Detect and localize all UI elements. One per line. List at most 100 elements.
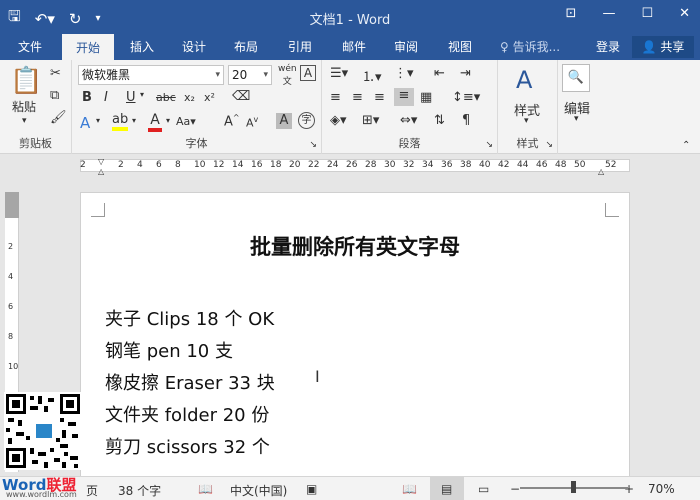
highlight-dropdown-icon[interactable]: ▾	[132, 116, 136, 125]
tab-insert[interactable]: 插入	[118, 34, 166, 60]
numbering-icon[interactable]: ⒈▾	[362, 66, 382, 85]
sign-in-link[interactable]: 登录	[596, 34, 620, 60]
zoom-slider-thumb[interactable]	[571, 481, 576, 493]
text-effects-icon[interactable]: A	[80, 114, 90, 132]
borders-icon[interactable]: ⊞▾	[362, 113, 379, 128]
decrease-indent-icon[interactable]: ⇤	[434, 66, 445, 81]
ribbon-display-button[interactable]: ⊡	[566, 6, 577, 21]
font-color-dropdown-icon[interactable]: ▾	[166, 116, 170, 125]
proofing-icon[interactable]: 📖	[198, 482, 213, 496]
align-right-icon[interactable]: ≡	[374, 90, 385, 105]
macro-icon[interactable]: ▣	[306, 482, 317, 496]
grow-font-icon[interactable]: A^	[224, 113, 240, 129]
increase-indent-icon[interactable]: ⇥	[460, 66, 471, 81]
search-icon[interactable]: 🔍	[562, 64, 590, 92]
underline-button[interactable]: U	[126, 90, 136, 105]
subscript-button[interactable]: x₂	[184, 91, 195, 104]
document-line[interactable]: 夹子 Clips 18 个 OK	[105, 305, 274, 331]
styles-dialog-launcher-icon[interactable]: ↘	[545, 140, 553, 150]
copy-icon[interactable]: ⧉	[50, 88, 59, 103]
highlight-color-icon[interactable]: ab	[112, 112, 128, 131]
line-spacing-icon[interactable]: ↕≡▾	[452, 90, 480, 105]
document-line[interactable]: 橡皮擦 Eraser 33 块	[105, 369, 275, 395]
page-indicator[interactable]: 页	[86, 482, 98, 499]
collapse-ribbon-icon[interactable]: ⌃	[682, 140, 690, 151]
align-center-icon[interactable]: ≡	[352, 90, 363, 105]
sort-icon[interactable]: ⇅	[434, 113, 445, 128]
clear-formatting-icon[interactable]: ⌫	[232, 89, 250, 104]
char-shading-icon[interactable]: A	[276, 113, 292, 129]
editing-dropdown-icon[interactable]: ▾	[574, 114, 579, 124]
tell-me-box[interactable]: ♀ 告诉我...	[500, 34, 560, 60]
document-line[interactable]: 文件夹 folder 20 份	[105, 401, 269, 427]
zoom-in-icon[interactable]: +	[624, 482, 634, 496]
document-line[interactable]: 钢笔 pen 10 支	[105, 337, 233, 363]
tab-view[interactable]: 视图	[436, 34, 484, 60]
vertical-ruler-tick-label: 10	[8, 362, 19, 371]
text-effects-dropdown-icon[interactable]: ▾	[96, 116, 100, 125]
tab-file[interactable]: 文件	[0, 34, 60, 60]
change-case-icon[interactable]: Aa▾	[176, 115, 196, 128]
distributed-icon[interactable]: ▦	[420, 90, 432, 105]
cut-icon[interactable]: ✂	[50, 66, 61, 81]
font-size-select[interactable]: 20 ▾	[228, 65, 272, 85]
ruler-tick-label: 34	[422, 160, 434, 170]
web-layout-icon[interactable]: ▭	[478, 482, 489, 496]
paragraph-group-label: 段落	[398, 137, 421, 150]
chevron-down-icon: ▾	[215, 70, 220, 80]
ribbon-tabs: 文件 开始 插入 设计 布局 引用 邮件 审阅 视图 ♀ 告诉我... 登录 👤…	[0, 34, 700, 60]
indent-marker-icon[interactable]: ▽	[98, 157, 104, 166]
font-color-icon[interactable]: A	[148, 112, 162, 132]
enclose-char-icon[interactable]: 字	[298, 112, 315, 129]
char-border-icon[interactable]: A	[300, 65, 316, 81]
language-indicator[interactable]: 中文(中国)	[230, 482, 287, 499]
paste-dropdown-icon[interactable]: ▾	[22, 116, 27, 126]
close-button[interactable]: ✕	[679, 6, 690, 21]
paste-button-label[interactable]: 粘贴	[12, 98, 36, 115]
tab-mailings[interactable]: 邮件	[330, 34, 378, 60]
minimize-button[interactable]: —	[602, 6, 615, 21]
document-line[interactable]: 剪刀 scissors 32 个	[105, 433, 270, 459]
tab-design[interactable]: 设计	[170, 34, 218, 60]
justify-icon[interactable]: ≡	[394, 88, 414, 106]
tab-review[interactable]: 审阅	[382, 34, 430, 60]
document-page[interactable]: 批量删除所有英文字母 夹子 Clips 18 个 OK 钢笔 pen 10 支 …	[80, 192, 630, 482]
multilevel-list-icon[interactable]: ⋮▾	[394, 66, 414, 81]
chinese-layout-icon[interactable]: ⇔▾	[400, 113, 417, 128]
font-family-select[interactable]: 微软雅黑 ▾	[78, 65, 224, 85]
zoom-level[interactable]: 70%	[648, 482, 675, 496]
strikethrough-button[interactable]: abc	[156, 91, 176, 104]
font-group: 微软雅黑 ▾ 20 ▾ wén 文 A B I U ▾ abc x₂ x² ⌫ A…	[72, 60, 322, 154]
vertical-ruler-margin	[5, 192, 19, 218]
word-count[interactable]: 38 个字	[118, 482, 161, 499]
ruler-tick-label: 50	[574, 160, 586, 170]
show-marks-icon[interactable]: ¶	[462, 113, 470, 128]
shading-icon[interactable]: ◈▾	[330, 113, 347, 128]
styles-icon[interactable]: A	[516, 66, 532, 94]
hanging-indent-icon[interactable]: △	[98, 167, 104, 176]
paste-icon[interactable]: 📋	[10, 66, 42, 96]
styles-dropdown-icon[interactable]: ▾	[524, 116, 529, 126]
align-left-icon[interactable]: ≡	[330, 90, 341, 105]
read-mode-icon[interactable]: 📖	[402, 482, 417, 496]
tab-home[interactable]: 开始	[62, 34, 114, 60]
tab-references[interactable]: 引用	[276, 34, 324, 60]
share-button[interactable]: 👤 共享	[632, 36, 694, 58]
right-indent-icon[interactable]: △	[598, 167, 604, 176]
bold-button[interactable]: B	[82, 90, 92, 105]
underline-dropdown-icon[interactable]: ▾	[140, 90, 144, 99]
zoom-out-icon[interactable]: −	[510, 482, 520, 496]
document-heading[interactable]: 批量删除所有英文字母	[81, 231, 629, 261]
bullets-icon[interactable]: ☰▾	[330, 66, 348, 81]
tab-layout[interactable]: 布局	[222, 34, 270, 60]
paragraph-dialog-launcher-icon[interactable]: ↘	[485, 140, 493, 150]
phonetic-guide-icon[interactable]: wén 文	[278, 64, 297, 87]
ruler-tick-label: 14	[232, 160, 244, 170]
superscript-button[interactable]: x²	[204, 91, 215, 104]
shrink-font-icon[interactable]: Av	[246, 115, 258, 130]
font-dialog-launcher-icon[interactable]: ↘	[309, 140, 317, 150]
format-painter-icon[interactable]: 🖌	[50, 110, 67, 125]
italic-button[interactable]: I	[104, 90, 108, 105]
maximize-button[interactable]: ☐	[641, 6, 653, 21]
vertical-ruler-tick-label: 2	[8, 242, 14, 251]
